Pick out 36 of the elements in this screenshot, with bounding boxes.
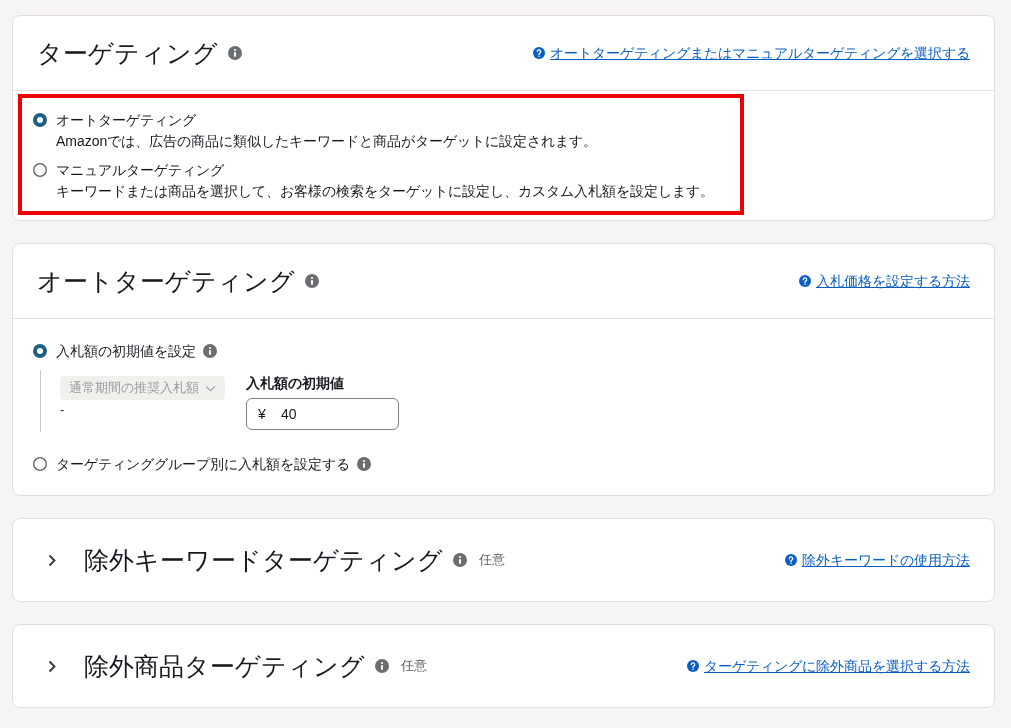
chevron-down-icon [205, 384, 216, 392]
help-icon [799, 275, 811, 287]
info-icon[interactable] [453, 553, 467, 567]
info-icon[interactable] [357, 457, 371, 471]
chevron-right-icon[interactable] [48, 553, 56, 567]
radio-button[interactable] [33, 457, 47, 471]
option-description: キーワードまたは商品を選択して、お客様の検索をターゲットに設定し、カスタム入札額を設定します。 [56, 182, 714, 201]
help-link[interactable]: オートターゲティングまたはマニュアルターゲティングを選択する [550, 44, 970, 62]
info-icon[interactable] [203, 344, 217, 358]
help-link[interactable]: ターゲティングに除外商品を選択する方法 [704, 657, 970, 675]
info-icon[interactable] [305, 274, 319, 288]
help-icon [687, 660, 699, 672]
info-icon[interactable] [375, 659, 389, 673]
optional-label: 任意 [479, 551, 505, 569]
radio-button[interactable] [33, 163, 47, 177]
section-title: 除外商品ターゲティング [84, 651, 365, 682]
option-label[interactable]: 入札額の初期値を設定 [56, 341, 196, 361]
chevron-right-icon[interactable] [48, 659, 56, 673]
radio-button[interactable] [33, 344, 47, 358]
info-icon[interactable] [228, 46, 242, 60]
option-label[interactable]: ターゲティンググループ別に入札額を設定する [56, 454, 350, 474]
help-icon [533, 47, 545, 59]
section-title: ターゲティング [37, 38, 218, 69]
option-label[interactable]: オートターゲティング [56, 110, 196, 130]
help-icon [785, 554, 797, 566]
section-title: 除外キーワードターゲティング [84, 545, 443, 576]
option-description: Amazonでは、広告の商品に類似したキーワードと商品がターゲットに設定されます。 [56, 132, 599, 151]
currency-symbol: ¥ [258, 405, 266, 423]
help-link[interactable]: 入札価格を設定する方法 [816, 272, 970, 290]
section-title: オートターゲティング [37, 266, 295, 297]
suggested-bid-value: - [60, 402, 65, 418]
option-label[interactable]: マニュアルターゲティング [56, 160, 224, 180]
optional-label: 任意 [401, 657, 427, 675]
field-label: 入札額の初期値 [246, 374, 345, 393]
radio-button[interactable] [33, 113, 47, 127]
help-link[interactable]: 除外キーワードの使用方法 [802, 551, 970, 569]
